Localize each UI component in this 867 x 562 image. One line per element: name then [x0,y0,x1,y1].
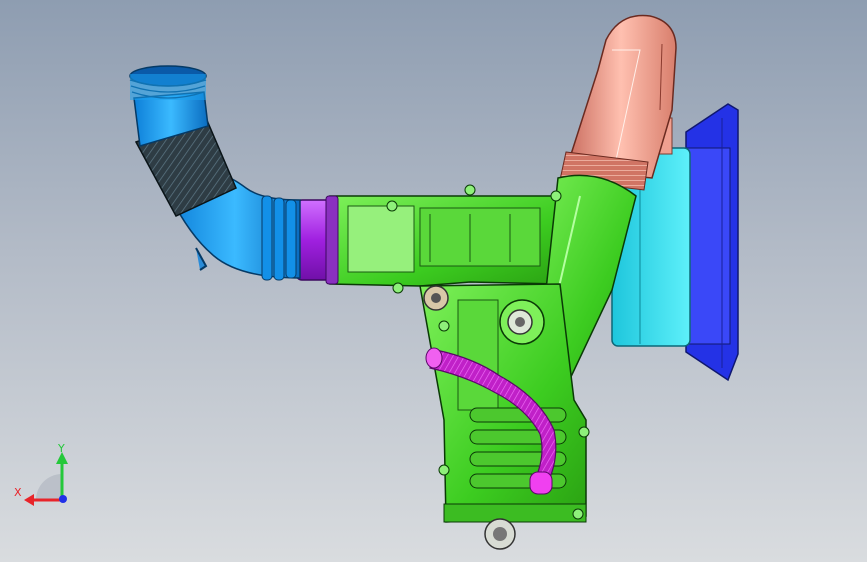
airbox-window [347,205,415,273]
inlet-hose[interactable] [129,65,301,281]
hose-clip [195,247,208,271]
hose-collar-rings [261,195,297,281]
breather-end [425,347,443,369]
triad-plane [36,474,62,500]
bolt-hole [493,527,507,541]
airbox-housing[interactable] [329,174,637,550]
hose-coupling[interactable] [295,195,339,285]
coordinate-triad: Y X [14,442,68,506]
y-axis-label: Y [57,442,65,455]
bolt-hole [431,293,441,303]
airbox-panel [419,207,541,267]
breather-connector [529,471,553,495]
lower-panel [457,299,499,411]
inlet-band [130,74,206,100]
x-axis-head [24,494,34,506]
coupling-lip [325,195,339,285]
assembly-model[interactable]: Y X [0,0,867,562]
x-axis-label: X [14,486,22,499]
bolt-hole [515,317,525,327]
z-axis-dot [59,495,67,503]
cad-viewport[interactable]: Y X [0,0,867,562]
airbox-base-flange [443,503,587,523]
